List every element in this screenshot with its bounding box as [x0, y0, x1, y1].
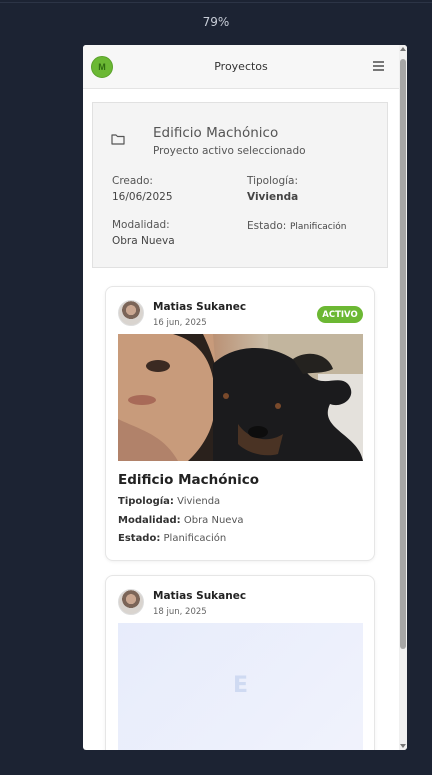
- project-card[interactable]: Matias Sukanec 18 jun, 2025 E: [105, 575, 375, 750]
- card-user-name: Matias Sukanec: [153, 590, 247, 602]
- project-image-placeholder: E: [118, 623, 363, 750]
- hamburger-menu-icon[interactable]: [373, 61, 384, 71]
- card-typology: Tipología: Vivienda: [118, 496, 220, 507]
- scroll-thumb[interactable]: [400, 59, 406, 649]
- created-label: Creado:: [112, 175, 153, 187]
- card-typology-value: Vivienda: [177, 496, 221, 507]
- card-title: Edificio Machónico: [118, 472, 260, 488]
- card-typology-label: Tipología:: [118, 496, 174, 507]
- card-mode-label: Modalidad:: [118, 515, 181, 526]
- status-badge: ACTIVO: [317, 306, 363, 323]
- card-user-name: Matias Sukanec: [153, 301, 247, 313]
- mobile-viewport: M Proyectos Edificio Machónico Proyecto …: [83, 45, 407, 750]
- scroll-up-arrow-icon[interactable]: [400, 47, 406, 51]
- card-mode: Modalidad: Obra Nueva: [118, 515, 244, 526]
- selected-project-name: Edificio Machónico: [153, 125, 279, 141]
- avatar: [118, 589, 144, 615]
- zoom-level: 79%: [202, 15, 230, 29]
- app-header: M Proyectos: [83, 45, 399, 89]
- vertical-scrollbar[interactable]: [399, 45, 407, 750]
- folder-icon: [111, 134, 125, 145]
- typology-label: Tipología:: [247, 175, 298, 187]
- project-photo: [118, 334, 363, 461]
- selected-project-subtitle: Proyecto activo seleccionado: [153, 145, 306, 157]
- card-state-label: Estado:: [118, 533, 161, 544]
- avatar: [118, 300, 144, 326]
- state-value: Planificación: [290, 222, 347, 232]
- mode-label: Modalidad:: [112, 219, 170, 231]
- card-date: 18 jun, 2025: [153, 607, 207, 617]
- card-date: 16 jun, 2025: [153, 318, 207, 328]
- typology-value: Vivienda: [247, 191, 299, 203]
- project-card[interactable]: Matias Sukanec 16 jun, 2025 ACTIVO Edifi…: [105, 286, 375, 561]
- card-state: Estado: Planificación: [118, 533, 226, 544]
- top-divider: [0, 2, 432, 3]
- card-state-value: Planificación: [163, 533, 227, 544]
- page-title: Proyectos: [214, 60, 268, 73]
- card-mode-value: Obra Nueva: [183, 515, 244, 526]
- created-value: 16/06/2025: [112, 191, 173, 203]
- state-label: Estado:: [247, 220, 287, 232]
- placeholder-initial: E: [232, 673, 249, 698]
- mode-value: Obra Nueva: [112, 235, 175, 247]
- scroll-down-arrow-icon[interactable]: [400, 744, 406, 748]
